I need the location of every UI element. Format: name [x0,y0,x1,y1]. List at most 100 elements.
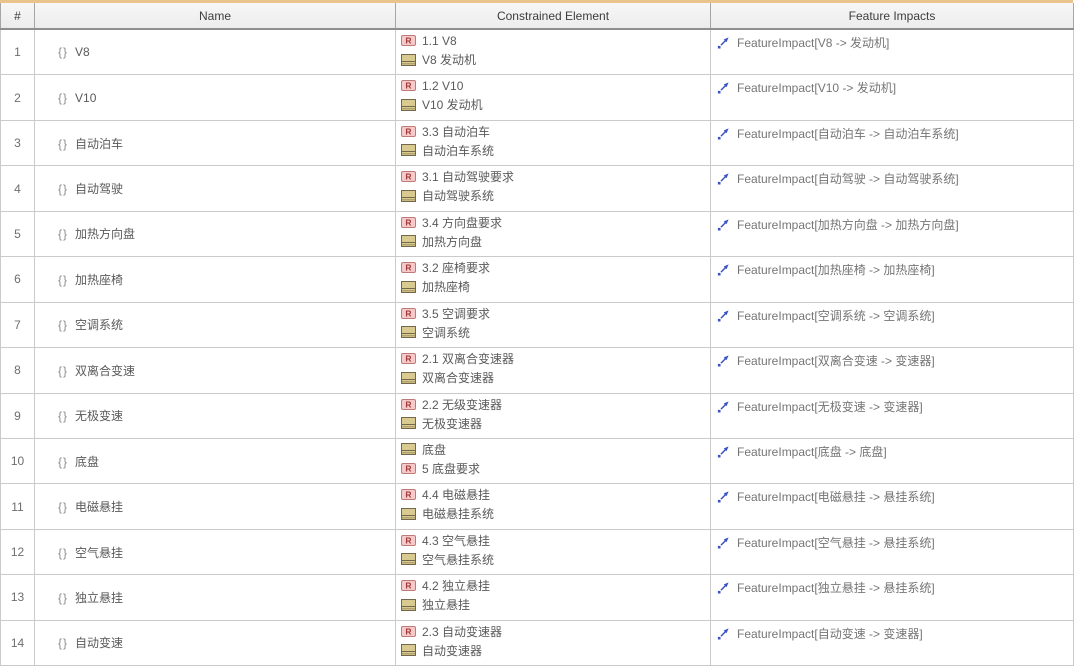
name-cell[interactable]: {}加热方向盘 [35,211,396,256]
requirement-icon: R [401,399,416,410]
column-header-index[interactable]: # [1,3,35,29]
name-cell[interactable]: {}自动变速 [35,620,396,665]
constrained-element-requirement[interactable]: R 2.2 无级变速器 [401,395,710,414]
table-row[interactable]: 1 {}V8 R 1.1 V8 V8 发动机 [1,29,1074,75]
constrained-element-cell[interactable]: R 2.2 无级变速器 无极变速器 [396,393,711,438]
constrained-element-requirement[interactable]: R 3.5 空调要求 [401,304,710,323]
name-cell[interactable]: {}空气悬挂 [35,529,396,574]
constrained-element-block[interactable]: V8 发动机 [401,50,710,69]
feature-impacts-cell[interactable]: FeatureImpact[底盘 -> 底盘] [711,438,1074,483]
constrained-element-cell[interactable]: R 1.2 V10 V10 发动机 [396,75,711,120]
constrained-element-cell[interactable]: R 4.4 电磁悬挂 电磁悬挂系统 [396,484,711,529]
name-cell[interactable]: {}底盘 [35,438,396,483]
constrained-element-requirement[interactable]: R 3.1 自动驾驶要求 [401,167,710,186]
feature-name: 加热座椅 [75,273,123,287]
feature-impacts-cell[interactable]: FeatureImpact[空调系统 -> 空调系统] [711,302,1074,347]
table-row[interactable]: 14 {}自动变速 R 2.3 自动变速器 自动变速器 [1,620,1074,665]
feature-impacts-cell[interactable]: FeatureImpact[空气悬挂 -> 悬挂系统] [711,529,1074,574]
svg-text:R: R [405,81,411,91]
table-row[interactable]: 12 {}空气悬挂 R 4.3 空气悬挂 空气悬挂系统 [1,529,1074,574]
feature-impacts-cell[interactable]: FeatureImpact[V8 -> 发动机] [711,29,1074,75]
table-row[interactable]: 8 {}双离合变速 R 2.1 双离合变速器 双离合变速器 [1,348,1074,393]
feature-impacts-cell[interactable]: FeatureImpact[自动驾驶 -> 自动驾驶系统] [711,166,1074,211]
constrained-element-block[interactable]: 加热座椅 [401,277,710,296]
constrained-element-cell[interactable]: R 3.5 空调要求 空调系统 [396,302,711,347]
constrained-element-requirement[interactable]: R 2.1 双离合变速器 [401,349,710,368]
feature-impact-arrow-icon [717,581,730,594]
constrained-element-cell[interactable]: R 3.3 自动泊车 自动泊车系统 [396,120,711,165]
constrained-element-block[interactable]: 独立悬挂 [401,595,710,614]
constrained-element-cell[interactable]: R 2.3 自动变速器 自动变速器 [396,620,711,665]
constrained-element-block[interactable]: 自动驾驶系统 [401,186,710,205]
constrained-element-block[interactable]: 加热方向盘 [401,232,710,251]
name-cell[interactable]: {}自动驾驶 [35,166,396,211]
feature-impact-text: FeatureImpact[双离合变速 -> 变速器] [737,352,935,369]
feature-impacts-cell[interactable]: FeatureImpact[加热方向盘 -> 加热方向盘] [711,211,1074,256]
column-header-feature-impacts[interactable]: Feature Impacts [711,3,1074,29]
name-cell[interactable]: {}加热座椅 [35,257,396,302]
feature-impacts-cell[interactable]: FeatureImpact[独立悬挂 -> 悬挂系统] [711,575,1074,620]
name-cell[interactable]: {}自动泊车 [35,120,396,165]
constrained-element-requirement[interactable]: R 4.3 空气悬挂 [401,531,710,550]
constrained-element-requirement[interactable]: R 4.4 电磁悬挂 [401,485,710,504]
constrained-element-block[interactable]: 底盘 [401,440,710,459]
table-row[interactable]: 13 {}独立悬挂 R 4.2 独立悬挂 独立悬挂 [1,575,1074,620]
requirement-icon: R [401,171,416,182]
constrained-element-requirement[interactable]: R 2.3 自动变速器 [401,622,710,641]
constrained-element-cell[interactable]: R 1.1 V8 V8 发动机 [396,29,711,75]
table-row[interactable]: 4 {}自动驾驶 R 3.1 自动驾驶要求 自动驾驶系统 [1,166,1074,211]
constrained-element-requirement[interactable]: R 3.3 自动泊车 [401,122,710,141]
feature-impacts-cell[interactable]: FeatureImpact[无极变速 -> 变速器] [711,393,1074,438]
feature-impacts-cell[interactable]: FeatureImpact[V10 -> 发动机] [711,75,1074,120]
constrained-element-cell[interactable]: R 3.2 座椅要求 加热座椅 [396,257,711,302]
constrained-element-requirement[interactable]: R 5 底盘要求 [401,459,710,478]
table-row[interactable]: 3 {}自动泊车 R 3.3 自动泊车 自动泊车系统 [1,120,1074,165]
name-cell[interactable]: {}V8 [35,29,396,75]
column-header-name[interactable]: Name [35,3,396,29]
constrained-element-cell[interactable]: R 2.1 双离合变速器 双离合变速器 [396,348,711,393]
table-row[interactable]: 9 {}无极变速 R 2.2 无级变速器 无极变速器 [1,393,1074,438]
constrained-element-label: V8 发动机 [422,51,476,68]
name-cell[interactable]: {}V10 [35,75,396,120]
name-cell[interactable]: {}独立悬挂 [35,575,396,620]
constrained-element-requirement[interactable]: R 1.1 V8 [401,31,710,50]
constrained-element-label: 3.1 自动驾驶要求 [422,168,514,185]
feature-impacts-cell[interactable]: FeatureImpact[自动泊车 -> 自动泊车系统] [711,120,1074,165]
constrained-element-block[interactable]: 空调系统 [401,323,710,342]
feature-impacts-cell[interactable]: FeatureImpact[电磁悬挂 -> 悬挂系统] [711,484,1074,529]
table-row[interactable]: 11 {}电磁悬挂 R 4.4 电磁悬挂 电磁悬挂系统 [1,484,1074,529]
constrained-element-block[interactable]: 自动泊车系统 [401,141,710,160]
table-row[interactable]: 6 {}加热座椅 R 3.2 座椅要求 加热座椅 [1,257,1074,302]
constrained-element-cell[interactable]: R 3.1 自动驾驶要求 自动驾驶系统 [396,166,711,211]
constrained-element-block[interactable]: 无极变速器 [401,414,710,433]
table-row[interactable]: 5 {}加热方向盘 R 3.4 方向盘要求 加热方向盘 [1,211,1074,256]
constrained-element-cell[interactable]: R 4.3 空气悬挂 空气悬挂系统 [396,529,711,574]
name-cell[interactable]: {}电磁悬挂 [35,484,396,529]
column-header-constrained-element[interactable]: Constrained Element [396,3,711,29]
feature-impacts-cell[interactable]: FeatureImpact[自动变速 -> 变速器] [711,620,1074,665]
feature-impacts-cell[interactable]: FeatureImpact[双离合变速 -> 变速器] [711,348,1074,393]
name-cell[interactable]: {}空调系统 [35,302,396,347]
name-cell[interactable]: {}无极变速 [35,393,396,438]
constrained-element-block[interactable]: 自动变速器 [401,641,710,660]
requirement-icon: R [401,217,416,228]
feature-impact-text: FeatureImpact[加热方向盘 -> 加热方向盘] [737,216,959,233]
constrained-element-cell[interactable]: 底盘 R 5 底盘要求 [396,438,711,483]
constrained-element-cell[interactable]: R 3.4 方向盘要求 加热方向盘 [396,211,711,256]
constrained-element-block[interactable]: 空气悬挂系统 [401,550,710,569]
constrained-element-block[interactable]: 双离合变速器 [401,368,710,387]
table-row[interactable]: 7 {}空调系统 R 3.5 空调要求 空调系统 [1,302,1074,347]
constrained-element-requirement[interactable]: R 3.4 方向盘要求 [401,213,710,232]
constrained-element-cell[interactable]: R 4.2 独立悬挂 独立悬挂 [396,575,711,620]
name-cell[interactable]: {}双离合变速 [35,348,396,393]
constrained-element-block[interactable]: 电磁悬挂系统 [401,504,710,523]
feature-impacts-cell[interactable]: FeatureImpact[加热座椅 -> 加热座椅] [711,257,1074,302]
svg-text:R: R [405,535,411,545]
constrained-element-block[interactable]: V10 发动机 [401,95,710,114]
constrained-element-requirement[interactable]: R 4.2 独立悬挂 [401,576,710,595]
table-row[interactable]: 2 {}V10 R 1.2 V10 V10 发动机 [1,75,1074,120]
table-row[interactable]: 10 {}底盘 底盘 R 5 底盘要求 [1,438,1074,483]
feature-name: 双离合变速 [75,364,135,378]
constrained-element-requirement[interactable]: R 1.2 V10 [401,76,710,95]
constrained-element-requirement[interactable]: R 3.2 座椅要求 [401,258,710,277]
